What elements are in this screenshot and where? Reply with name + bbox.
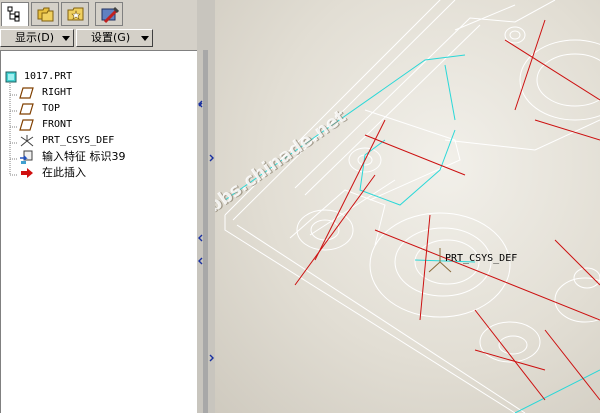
csys-icon (20, 135, 34, 147)
csys-label: PRT_CSYS_DEF (445, 253, 518, 264)
model-tree: 1017.PRT RIGHT TOP FRONT PRT_CSYS_DEF 输入… (0, 50, 197, 413)
navigator-tabs (0, 0, 204, 28)
tree-toolbar: 显示(D) 设置(G) (0, 28, 204, 48)
chevron-down-icon (141, 36, 149, 41)
datum-plane-icon (19, 119, 34, 131)
settings-menu-button[interactable]: 设置(G) (76, 29, 153, 47)
model-tree-icon (7, 6, 20, 22)
import-feature-icon (20, 150, 33, 164)
tree-item-label: 1017.PRT (24, 71, 73, 82)
tree-item-label: 输入特征 标识39 (42, 150, 126, 163)
part-icon (5, 71, 17, 83)
insert-here-icon (21, 168, 33, 178)
tree-item-label: FRONT (42, 119, 73, 130)
tab-folder-browser[interactable] (31, 2, 59, 26)
tree-item-label: TOP (42, 103, 61, 114)
settings-menu-label: 设置(G) (91, 31, 131, 44)
plate-outline (224, 0, 600, 413)
tools-icon (101, 6, 119, 24)
graphics-viewport[interactable]: PRT_CSYS_DEF bbs.chinade.net (215, 0, 600, 413)
tab-tools[interactable] (95, 2, 123, 26)
datum-plane-icon (19, 103, 34, 115)
tab-model-tree[interactable] (1, 2, 29, 26)
holes (296, 26, 600, 363)
tree-item-label: 在此插入 (42, 166, 86, 179)
folder-browser-icon (37, 7, 54, 22)
tree-item-label: PRT_CSYS_DEF (42, 135, 115, 146)
chevron-down-icon (62, 36, 70, 41)
tree-item-label: RIGHT (42, 87, 73, 98)
model-wireframe (224, 0, 600, 413)
splitter-arrows (198, 100, 214, 362)
datum-plane-icon (19, 87, 34, 99)
favorites-icon (67, 7, 84, 21)
cyan-edges (224, 54, 600, 413)
panel-splitter[interactable] (197, 0, 215, 413)
display-menu-button[interactable]: 显示(D) (0, 29, 74, 47)
display-menu-label: 显示(D) (15, 31, 55, 44)
model-tree-panel: 显示(D) 设置(G) 1017.PRT RIGHT TOP FRONT PRT… (0, 0, 204, 413)
tab-favorites[interactable] (61, 2, 89, 26)
